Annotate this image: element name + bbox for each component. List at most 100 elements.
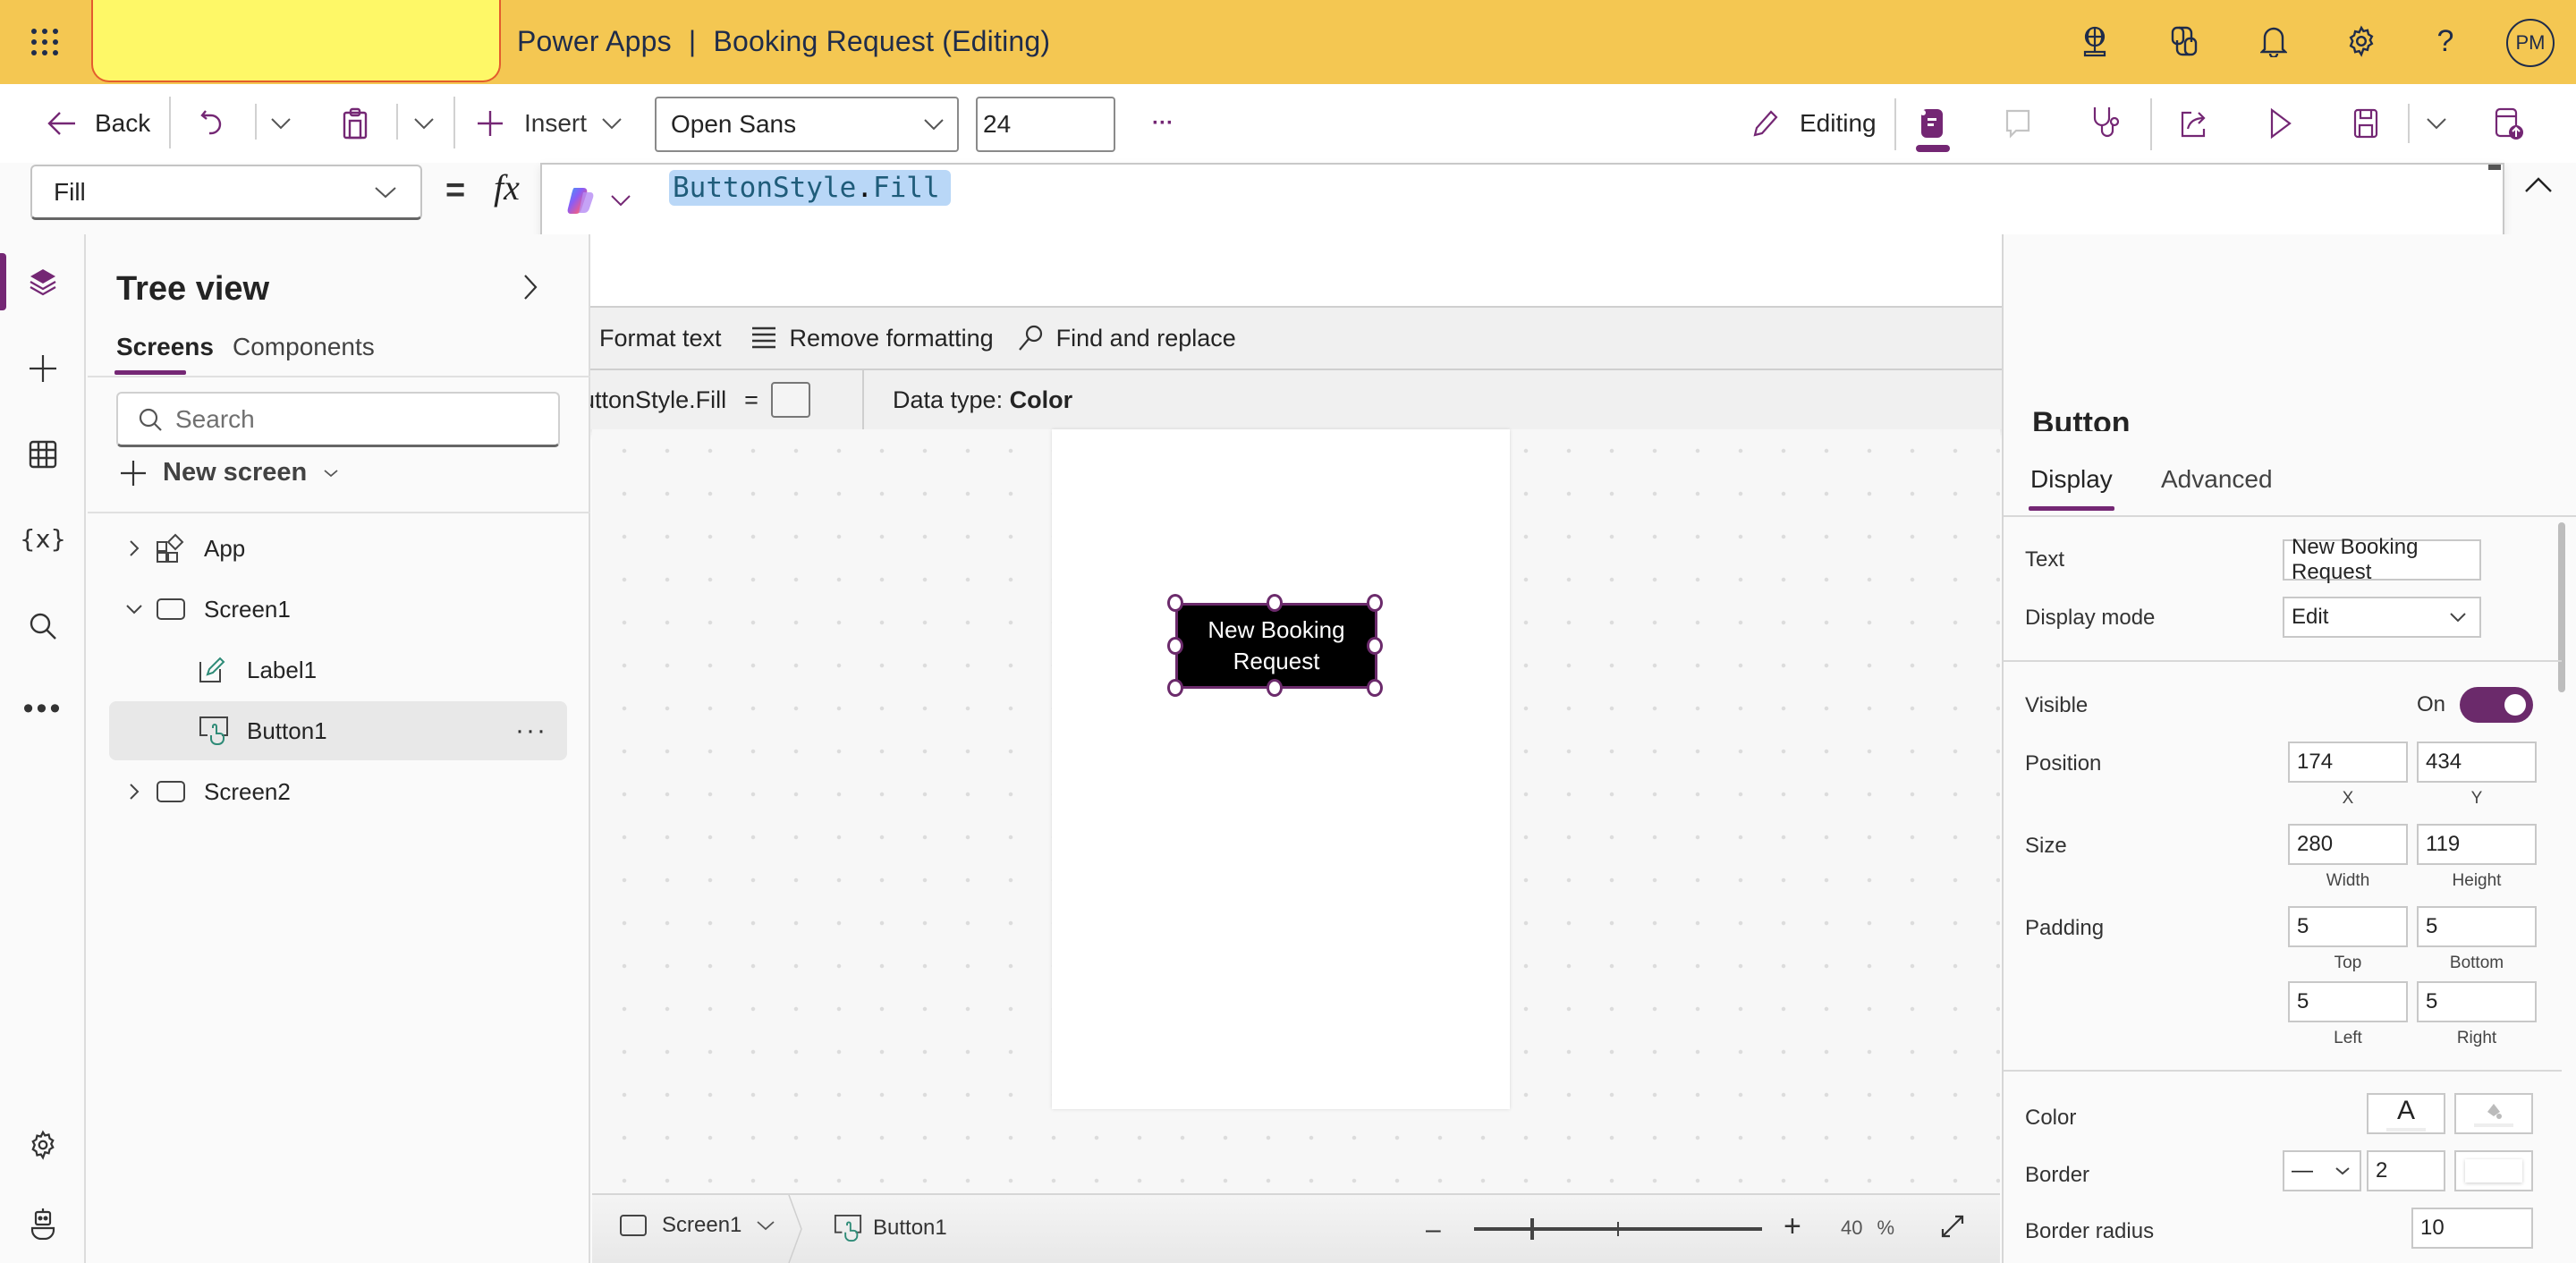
text-property-input[interactable]: New Booking Request — [2283, 535, 2481, 584]
data-table-icon[interactable] — [23, 435, 63, 474]
collapse-formula-button[interactable] — [2524, 175, 2553, 193]
app-launcher-icon[interactable] — [27, 24, 63, 60]
padding-right-input[interactable]: 5 — [2417, 981, 2537, 1022]
tree-view-layers-icon[interactable] — [23, 263, 63, 302]
preview-button[interactable] — [2268, 97, 2293, 150]
font-size-input[interactable]: 24 — [976, 97, 1115, 152]
screen-preview[interactable] — [1052, 429, 1510, 1109]
fit-to-window-icon[interactable] — [1939, 1213, 1966, 1240]
text-color-picker[interactable]: A — [2367, 1093, 2445, 1134]
paste-dropdown[interactable] — [413, 97, 435, 150]
copilot-formula-button[interactable] — [565, 184, 631, 216]
variables-icon[interactable]: {x} — [20, 519, 66, 558]
tree-item-screen2[interactable]: Screen2 — [109, 762, 567, 821]
tree-item-screen1[interactable]: Screen1 — [109, 580, 567, 639]
padding-top-input[interactable]: 5 — [2288, 906, 2408, 947]
help-icon[interactable]: ? — [2426, 21, 2465, 61]
formula-text[interactable]: ButtonStyle.Fill — [669, 170, 951, 206]
notifications-bell-icon[interactable] — [2254, 21, 2293, 61]
new-screen-button[interactable]: New screen — [120, 458, 339, 487]
virtual-agent-bot-icon[interactable] — [23, 1204, 63, 1243]
chevron-right-icon[interactable] — [123, 783, 145, 801]
undo-button[interactable] — [199, 97, 225, 150]
search-icon[interactable] — [23, 606, 63, 646]
collapse-tree-button[interactable] — [522, 274, 538, 301]
resize-handle[interactable] — [1367, 594, 1383, 612]
zoom-out-button[interactable]: – — [1426, 1215, 1441, 1245]
insert-button[interactable]: Insert — [476, 97, 623, 150]
resize-handle[interactable] — [1367, 679, 1383, 697]
border-radius-input[interactable]: 10 — [2411, 1208, 2533, 1249]
user-avatar[interactable]: PM — [2506, 19, 2555, 67]
tree-item-label1[interactable]: Label1 — [109, 640, 567, 699]
canvas-button-control[interactable]: New Booking Request — [1175, 603, 1377, 689]
border-color-picker[interactable] — [2454, 1150, 2533, 1191]
divider — [396, 104, 398, 140]
zoom-slider[interactable] — [1474, 1218, 1762, 1240]
insert-plus-icon[interactable] — [23, 349, 63, 388]
chevron-down-icon[interactable] — [123, 604, 145, 615]
tree-item-app[interactable]: App — [109, 519, 567, 578]
font-family-dropdown[interactable]: Open Sans — [655, 97, 959, 152]
position-x-input[interactable]: 174 — [2288, 742, 2408, 783]
chevron-right-icon[interactable] — [123, 539, 145, 557]
fill-color-picker[interactable] — [2454, 1093, 2533, 1134]
y-caption: Y — [2470, 789, 2483, 808]
tree-search-input[interactable]: Search — [116, 392, 560, 447]
resize-handle[interactable] — [1267, 594, 1283, 612]
tab-screens[interactable]: Screens — [116, 333, 214, 361]
app-checker-button[interactable] — [1918, 97, 1946, 150]
properties-scrollbar[interactable] — [2558, 522, 2565, 692]
editing-mode-button[interactable]: Editing — [1751, 97, 1877, 150]
more-options-icon[interactable]: ••• — [23, 689, 63, 728]
more-options-icon[interactable]: ··· — [515, 716, 547, 746]
position-y-input[interactable]: 434 — [2417, 742, 2537, 783]
settings-gear-icon[interactable] — [23, 1125, 63, 1165]
right-caption: Right — [2456, 1029, 2497, 1047]
scrollbar-thumb[interactable] — [2488, 165, 2501, 170]
display-mode-dropdown[interactable]: Edit — [2283, 597, 2481, 638]
tab-display[interactable]: Display — [2030, 465, 2113, 494]
settings-gear-icon[interactable] — [2342, 21, 2381, 61]
top-caption: Top — [2334, 954, 2362, 972]
resize-handle[interactable] — [1367, 637, 1383, 655]
tab-components[interactable]: Components — [233, 333, 375, 361]
find-and-replace-button[interactable]: Find and replace — [1017, 324, 1236, 352]
padding-bottom-input[interactable]: 5 — [2417, 906, 2537, 947]
resize-handle[interactable] — [1167, 637, 1183, 655]
remove-formatting-button[interactable]: Remove formatting — [750, 325, 994, 352]
border-style-dropdown[interactable]: — — [2283, 1150, 2361, 1191]
padding-left-input[interactable]: 5 — [2288, 981, 2408, 1022]
width-input[interactable]: 280 — [2288, 824, 2408, 865]
tree-item-button1[interactable]: Button1 ··· — [109, 701, 567, 760]
property-dropdown[interactable]: Fill — [30, 165, 422, 220]
share-button[interactable] — [2179, 97, 2209, 150]
monitor-button[interactable] — [2091, 97, 2122, 150]
undo-dropdown[interactable] — [270, 97, 292, 150]
zoom-in-button[interactable]: + — [1784, 1209, 1801, 1244]
paste-button[interactable] — [342, 97, 369, 150]
comments-button[interactable] — [2004, 97, 2032, 150]
border-style-value: — — [2292, 1158, 2313, 1182]
tab-advanced[interactable]: Advanced — [2161, 465, 2273, 494]
resize-handle[interactable] — [1167, 594, 1183, 612]
screen-selector[interactable]: Screen1 — [619, 1213, 775, 1238]
bottom-caption: Bottom — [2449, 954, 2504, 972]
formula-token: Fill — [872, 172, 940, 204]
left-rail — [0, 234, 86, 1263]
copilot-icon[interactable] — [2165, 21, 2204, 61]
publish-button[interactable] — [2494, 97, 2524, 150]
more-commands-button[interactable]: ··· — [1152, 97, 1174, 150]
chevron-down-icon — [757, 1221, 775, 1231]
resize-handle[interactable] — [1267, 679, 1283, 697]
border-width-input[interactable]: 2 — [2367, 1150, 2445, 1191]
back-button[interactable]: Back — [47, 97, 150, 150]
resize-handle[interactable] — [1167, 679, 1183, 697]
height-input[interactable]: 119 — [2417, 824, 2537, 865]
left-caption: Left — [2334, 1029, 2362, 1047]
control-breadcrumb[interactable]: Button1 — [834, 1213, 947, 1243]
save-dropdown[interactable] — [2426, 97, 2447, 150]
environment-globe-icon[interactable] — [2075, 21, 2114, 61]
zoom-thumb[interactable] — [1530, 1218, 1534, 1240]
save-button[interactable] — [2352, 97, 2379, 150]
